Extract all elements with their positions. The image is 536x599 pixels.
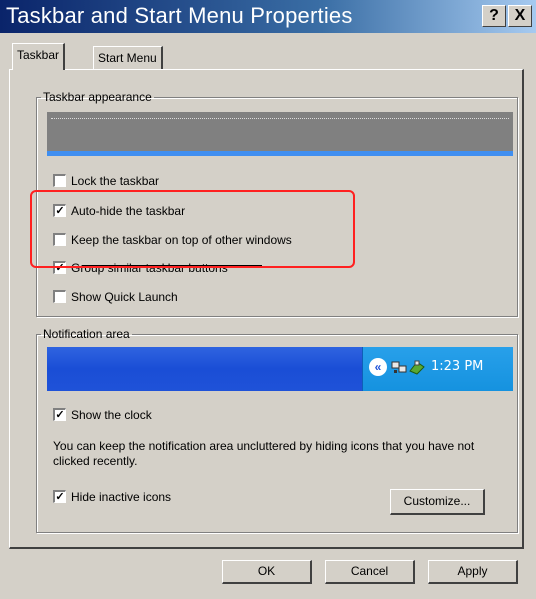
group-legend: Taskbar appearance (43, 90, 152, 104)
clock-text: 1:23 PM (431, 359, 484, 374)
checkbox-box[interactable] (53, 233, 66, 246)
check-mark-icon[interactable]: ✓ (53, 490, 66, 503)
preview-divider (51, 118, 509, 119)
checkbox-label: Auto-hide the taskbar (71, 204, 186, 218)
safely-remove-hardware-icon (409, 360, 425, 375)
tab-panel-taskbar: Taskbar appearance Lock the taskbar ✓ Au… (9, 69, 524, 549)
dialog-body: Taskbar Start Menu Taskbar appearance Lo… (0, 33, 536, 599)
tab-taskbar[interactable]: Taskbar (12, 43, 66, 70)
checkbox-box[interactable] (53, 174, 66, 187)
checkbox-label: Hide inactive icons (71, 490, 172, 504)
group-legend: Notification area (43, 327, 130, 341)
network-icon (391, 361, 407, 373)
title-bar: Taskbar and Start Menu Properties ? X (0, 0, 536, 33)
customize-button[interactable]: Customize... (390, 489, 485, 515)
expand-chevron-icon: « (369, 358, 387, 376)
checkbox-label: Show the clock (71, 408, 152, 422)
check-mark-icon[interactable]: ✓ (53, 408, 66, 421)
notification-preview: « 1:23 PM (47, 347, 513, 391)
checkbox-label: Group similar taskbar buttons (71, 261, 228, 275)
checkbox-label: Lock the taskbar (71, 174, 160, 188)
apply-button[interactable]: Apply (428, 560, 518, 584)
checkbox-label: Show Quick Launch (71, 290, 178, 304)
check-mark-icon[interactable]: ✓ (53, 204, 66, 217)
annotation-strike-line (82, 265, 262, 266)
cancel-button[interactable]: Cancel (325, 560, 415, 584)
taskbar-preview (47, 112, 513, 156)
checkbox-label: Keep the taskbar on top of other windows (71, 233, 292, 247)
notification-description: You can keep the notification area unclu… (53, 439, 475, 468)
ok-button[interactable]: OK (222, 560, 312, 584)
check-mark-icon[interactable]: ✓ (53, 261, 66, 274)
window-title: Taskbar and Start Menu Properties (6, 3, 353, 28)
tab-start-menu[interactable]: Start Menu (93, 46, 163, 70)
help-button[interactable]: ? (482, 5, 506, 27)
close-button[interactable]: X (508, 5, 532, 27)
checkbox-box[interactable] (53, 290, 66, 303)
tray-area: « 1:23 PM (362, 347, 513, 391)
